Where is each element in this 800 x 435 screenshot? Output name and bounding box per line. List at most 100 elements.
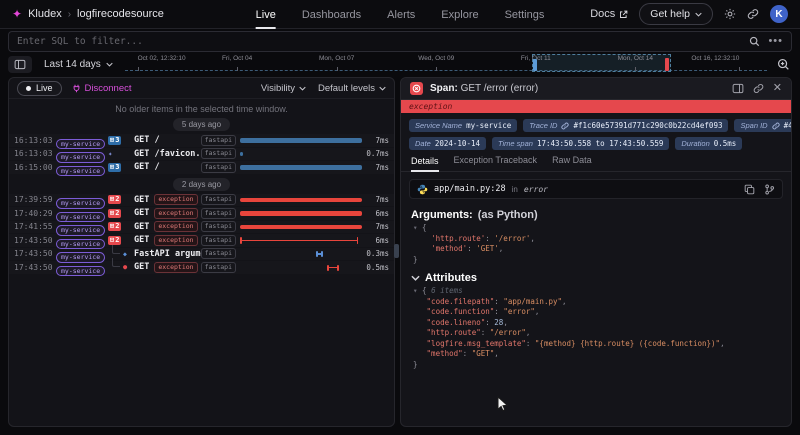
- meta-pill-service-name: Service Namemy-service: [409, 119, 517, 132]
- more-options-icon[interactable]: •••: [768, 36, 783, 47]
- default-levels-dropdown[interactable]: Default levels: [318, 83, 386, 94]
- theme-toggle-icon[interactable]: [724, 8, 736, 20]
- share-link-icon[interactable]: [747, 8, 759, 20]
- code-token: :: [526, 339, 535, 348]
- row-mid: ⊟2: [108, 236, 134, 245]
- code-token: [413, 349, 427, 358]
- chevron-down-icon[interactable]: [411, 275, 420, 281]
- code-token: [413, 318, 427, 327]
- span-bar-area: [240, 148, 362, 161]
- bar-cl: [316, 251, 318, 257]
- timeline-label: Mon, Oct 07: [319, 55, 354, 62]
- detail-tab-raw-data[interactable]: Raw Data: [552, 155, 592, 171]
- row-service: my-service: [56, 158, 108, 177]
- meta-pill-span-id: Span ID#416d30c0ccd46cd0: [734, 119, 792, 132]
- tab-explore[interactable]: Explore: [441, 0, 478, 29]
- search-icon[interactable]: [749, 36, 760, 47]
- live-dot-icon: [26, 86, 31, 91]
- bar-cr: [321, 251, 323, 257]
- live-button[interactable]: Live: [17, 81, 62, 96]
- span-count-badge[interactable]: ⊞3: [108, 163, 121, 172]
- span-count-badge[interactable]: ⊞3: [108, 136, 121, 145]
- source-in-word: in: [512, 185, 518, 194]
- expand-icon: ⊞: [110, 195, 114, 204]
- visibility-dropdown[interactable]: Visibility: [261, 83, 306, 94]
- span-bar-area: [240, 221, 362, 234]
- chevron-down-icon: [299, 86, 306, 91]
- span-count-badge[interactable]: ⊞2: [108, 195, 121, 204]
- time-range-dropdown[interactable]: Last 14 days: [40, 59, 117, 70]
- detail-tab-details[interactable]: Details: [411, 156, 439, 172]
- timeline-track[interactable]: Oct 02, 12:32:10Fri, Oct 04Mon, Oct 07We…: [125, 54, 767, 74]
- span-count-badge[interactable]: ⊟2: [108, 236, 121, 245]
- code-token: ,: [535, 307, 540, 316]
- code-token: {: [422, 223, 427, 232]
- code-line: "code.lineno": 28,: [413, 318, 781, 329]
- tab-live[interactable]: Live: [256, 0, 276, 29]
- trace-list-header: Live Disconnect Visibility Default level…: [9, 78, 394, 99]
- disconnect-button[interactable]: Disconnect: [72, 83, 132, 94]
- span-count: 2: [115, 236, 119, 245]
- detail-header-icons: ✕: [732, 83, 782, 94]
- chevron-down-icon: [379, 86, 386, 91]
- arguments-title: Arguments:: [411, 209, 473, 221]
- link-icon[interactable]: [561, 122, 569, 130]
- attributes-code-block: ▾ { 6 items "code.filepath": "app/main.p…: [401, 285, 791, 372]
- code-token: 28: [494, 318, 503, 327]
- span-title-text: GET /error (error): [461, 83, 539, 94]
- span-count-badge[interactable]: ⊞2: [108, 222, 121, 231]
- row-timestamp: 17:43:50: [14, 249, 56, 258]
- row-mid: ●: [108, 263, 134, 271]
- row-tags: exceptionfastapi: [154, 235, 240, 246]
- tag-fastapi: fastapi: [201, 148, 236, 159]
- span-detail-header: Span: GET /error (error) ✕: [401, 78, 791, 100]
- close-icon[interactable]: ✕: [773, 83, 782, 94]
- diamond-icon: ◆: [123, 251, 127, 258]
- git-branch-icon[interactable]: [764, 184, 775, 195]
- disconnect-label: Disconnect: [85, 83, 132, 94]
- span-title-prefix: Span:: [430, 83, 458, 94]
- duration-mark: [316, 251, 323, 258]
- timeline-bar: Last 14 days Oct 02, 12:32:10Fri, Oct 04…: [8, 54, 792, 74]
- timeline-tick: [739, 67, 740, 71]
- get-help-button[interactable]: Get help: [639, 3, 713, 25]
- row-title: GET /: [134, 162, 201, 172]
- sidebar-toggle-icon[interactable]: [8, 56, 32, 73]
- dock-panel-icon[interactable]: [732, 83, 744, 94]
- trace-row[interactable]: 17:43:50my-service●GET /error (error)exc…: [9, 261, 394, 274]
- row-mid: ✦: [108, 150, 134, 158]
- meta-value: 2024-10-14: [435, 139, 480, 148]
- tag-exception: exception: [154, 194, 197, 205]
- docs-link[interactable]: Docs: [590, 8, 628, 20]
- panel-resize-handle[interactable]: [394, 244, 399, 258]
- code-line: "http.route": "/error",: [413, 328, 781, 339]
- link-icon[interactable]: [772, 122, 780, 130]
- tab-alerts[interactable]: Alerts: [387, 0, 415, 29]
- meta-value: #f1c60e57391d771c290c0b22cd4ef093: [573, 121, 722, 130]
- expand-icon: ⊞: [110, 209, 114, 218]
- org-name[interactable]: Kludex: [28, 8, 62, 20]
- row-tags: fastapi: [201, 148, 240, 159]
- tab-dashboards[interactable]: Dashboards: [302, 0, 361, 29]
- zoom-in-icon[interactable]: [775, 58, 792, 71]
- timeline-label: Oct 02, 12:32:10: [138, 55, 186, 62]
- live-label: Live: [36, 83, 53, 93]
- row-timestamp: 17:43:50: [14, 263, 56, 272]
- tab-settings[interactable]: Settings: [505, 0, 545, 29]
- duration-bar: [240, 152, 243, 157]
- code-token: [413, 307, 427, 316]
- row-title: GET /error (error): [134, 262, 154, 272]
- copy-icon[interactable]: [744, 184, 755, 195]
- avatar[interactable]: K: [770, 5, 788, 23]
- span-count-badge[interactable]: ⊞2: [108, 209, 121, 218]
- logfire-logo-icon[interactable]: ✦: [12, 8, 22, 20]
- sql-filter-input[interactable]: [17, 36, 741, 47]
- detail-tab-exception-traceback[interactable]: Exception Traceback: [454, 155, 538, 171]
- trace-row[interactable]: 16:15:00my-service⊞3GET /fastapi7ms: [9, 161, 394, 174]
- project-name[interactable]: logfirecodesource: [77, 8, 164, 20]
- meta-pill-time-span: Time span17:43:50.558 to 17:43:50.559: [492, 137, 669, 150]
- code-token: {: [422, 286, 431, 295]
- copy-link-icon[interactable]: [753, 83, 764, 94]
- source-file-link[interactable]: app/main.py:28: [434, 184, 506, 194]
- chevron-down-icon: [695, 12, 702, 17]
